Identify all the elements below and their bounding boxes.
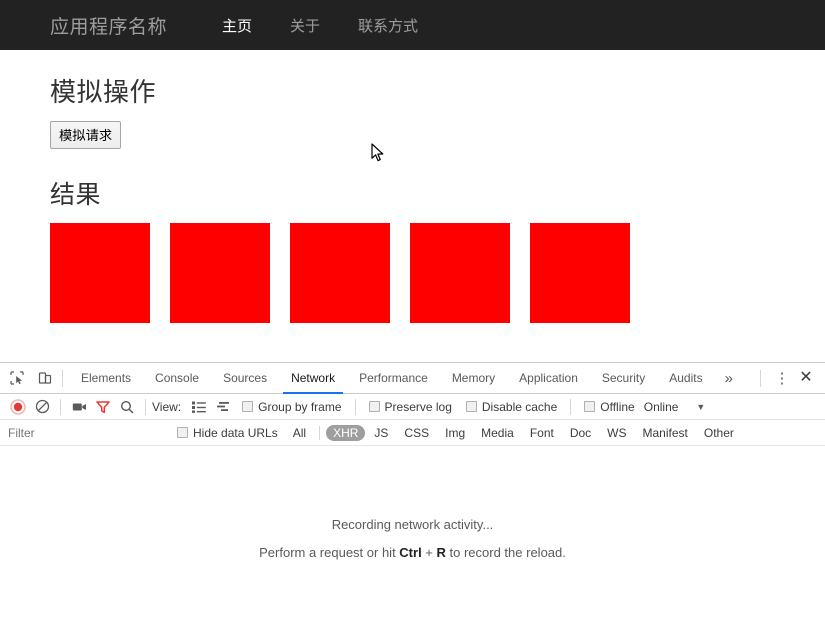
filter-type-media[interactable]: Media [474, 425, 521, 441]
page-viewport: 应用程序名称 主页 关于 联系方式 模拟操作 模拟请求 结果 [0, 0, 825, 362]
filter-type-manifest[interactable]: Manifest [636, 425, 695, 441]
page-title-operations: 模拟操作 [50, 77, 157, 107]
devtools-panel: Elements Console Sources Network Perform… [0, 362, 825, 630]
hint-text-post: to record the reload. [445, 545, 566, 560]
filter-input[interactable] [0, 424, 170, 441]
result-box [530, 223, 630, 323]
hint-key-ctrl: Ctrl [399, 545, 422, 560]
list-view-icon[interactable] [187, 396, 211, 418]
tab-audits[interactable]: Audits [657, 363, 714, 394]
filter-type-img[interactable]: Img [438, 425, 472, 441]
tab-network[interactable]: Network [279, 363, 347, 394]
devtools-tabs: Elements Console Sources Network Perform… [69, 363, 715, 394]
hide-data-urls-checkbox[interactable]: Hide data URLs [177, 426, 278, 440]
waterfall-view-icon[interactable] [211, 396, 235, 418]
devtools-tabbar: Elements Console Sources Network Perform… [0, 363, 825, 394]
filter-type-xhr[interactable]: XHR [326, 424, 366, 441]
disable-cache-checkbox[interactable]: Disable cache [465, 399, 558, 414]
results-container [50, 223, 775, 323]
filter-type-ws[interactable]: WS [600, 425, 633, 441]
filter-type-all[interactable]: All [286, 425, 313, 441]
recording-hint-text: Perform a request or hit Ctrl + R to rec… [259, 545, 566, 560]
disable-cache-label: Disable cache [481, 399, 558, 414]
result-box [410, 223, 510, 323]
close-icon[interactable]: ✕ [795, 367, 817, 389]
nav-link-home[interactable]: 主页 [203, 15, 271, 36]
page-title-results: 结果 [50, 181, 102, 209]
devtools-tabbar-actions: ⋮ ✕ [752, 367, 825, 389]
capture-screenshots-icon[interactable] [67, 396, 91, 418]
controls-divider-2 [145, 398, 146, 415]
filter-types-divider [319, 425, 321, 440]
device-toolbar-icon[interactable] [34, 367, 56, 389]
tab-console[interactable]: Console [143, 363, 211, 394]
throttling-select[interactable]: Online ▼ [644, 400, 706, 414]
resource-type-filters: All XHR JS CSS Img Media Font Doc WS Man… [285, 424, 742, 441]
throttling-value: Online [643, 399, 679, 414]
group-by-frame-checkbox[interactable]: Group by frame [242, 399, 342, 414]
preserve-log-checkbox[interactable]: Preserve log [368, 399, 452, 414]
offline-label: Offline [600, 399, 635, 414]
navbar-links: 主页 关于 联系方式 [203, 15, 437, 36]
navbar: 应用程序名称 主页 关于 联系方式 [0, 0, 825, 50]
tab-performance[interactable]: Performance [347, 363, 440, 394]
page-content: 模拟操作 模拟请求 结果 [0, 72, 825, 323]
chevron-down-icon[interactable]: ▼ [696, 402, 705, 412]
nav-link-about[interactable]: 关于 [271, 15, 339, 36]
checkbox-box[interactable] [368, 401, 380, 412]
filter-type-js[interactable]: JS [367, 425, 395, 441]
checkbox-box[interactable] [177, 427, 188, 438]
controls-divider-1 [60, 398, 61, 415]
tab-application[interactable]: Application [507, 363, 590, 394]
filter-funnel-icon[interactable] [91, 396, 115, 418]
hide-data-urls-label: Hide data URLs [193, 425, 278, 440]
filter-type-font[interactable]: Font [523, 425, 561, 441]
hint-text-pre: Perform a request or hit [259, 545, 400, 560]
inspect-element-icon[interactable] [6, 367, 28, 389]
network-controls-toolbar: View: Group by frame Preserve log Disabl… [0, 394, 825, 420]
devtools-tool-icons [0, 367, 56, 389]
group-by-frame-label: Group by frame [258, 399, 342, 414]
nav-link-contact[interactable]: 联系方式 [339, 15, 437, 36]
result-box [290, 223, 390, 323]
tab-security[interactable]: Security [590, 363, 657, 394]
checkbox-box[interactable] [242, 401, 254, 412]
kebab-menu-icon[interactable]: ⋮ [771, 367, 793, 389]
recording-status-text: Recording network activity... [331, 517, 494, 532]
hint-plus: + [421, 545, 437, 560]
view-label: View: [152, 399, 182, 414]
tabbar-actions-divider [760, 369, 761, 387]
search-icon[interactable] [115, 396, 139, 418]
checkbox-box[interactable] [465, 401, 477, 412]
offline-checkbox[interactable]: Offline [584, 399, 635, 414]
simulate-request-button[interactable]: 模拟请求 [50, 121, 122, 149]
checkbox-box[interactable] [584, 401, 596, 412]
network-filter-bar: Hide data URLs All XHR JS CSS Img Media … [0, 420, 825, 446]
result-box [170, 223, 270, 323]
navbar-brand[interactable]: 应用程序名称 [50, 12, 167, 39]
clear-button-icon[interactable] [30, 396, 54, 418]
controls-divider-3 [354, 398, 356, 415]
tabbar-divider [62, 369, 63, 387]
filter-type-doc[interactable]: Doc [563, 425, 598, 441]
filter-type-css[interactable]: CSS [397, 425, 436, 441]
browser-window: 应用程序名称 主页 关于 联系方式 模拟操作 模拟请求 结果 Elements … [0, 0, 825, 630]
result-box [50, 223, 150, 323]
tab-sources[interactable]: Sources [211, 363, 279, 394]
tab-elements[interactable]: Elements [69, 363, 143, 394]
record-button-icon[interactable] [6, 396, 30, 418]
hint-key-r: R [436, 545, 446, 560]
controls-divider-4 [570, 398, 572, 415]
network-empty-state: Recording network activity... Perform a … [0, 446, 825, 630]
tab-memory[interactable]: Memory [440, 363, 507, 394]
preserve-log-label: Preserve log [384, 399, 452, 414]
more-tabs-icon[interactable]: » [715, 370, 743, 387]
filter-type-other[interactable]: Other [697, 425, 741, 441]
